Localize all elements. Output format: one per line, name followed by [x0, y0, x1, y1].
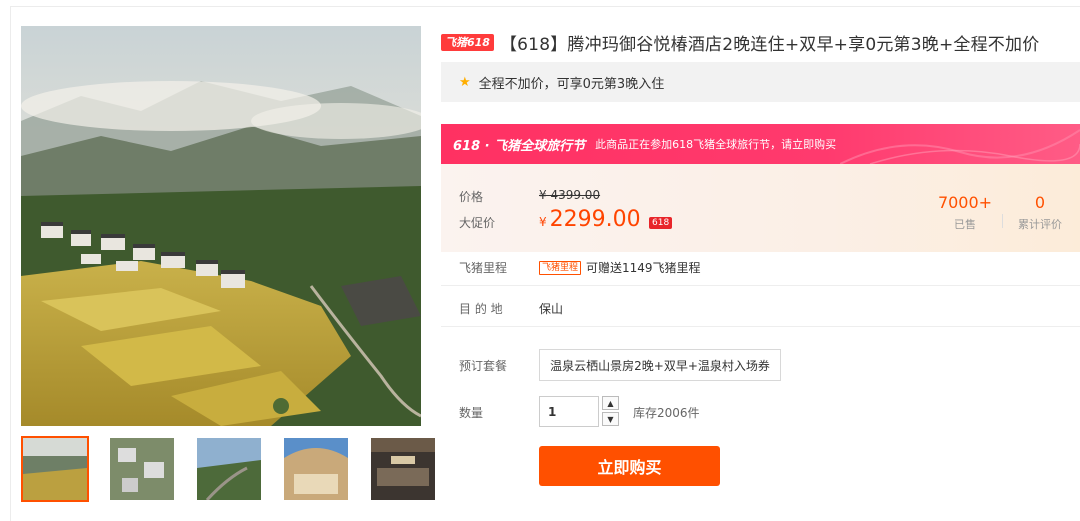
quantity-label: 数量	[459, 406, 484, 420]
buy-now-button[interactable]: 立即购买	[539, 446, 720, 486]
price-box: 价格 ¥ 4399.00 大促价 ¥ 2299.00 618 7000+ 已售 …	[441, 164, 1080, 252]
destination-value: 保山	[539, 302, 564, 316]
original-price: ¥ 4399.00	[539, 188, 601, 202]
promo-banner: 618 · 飞猪全球旅行节 此商品正在参加618飞猪全球旅行节，请立即购买	[441, 124, 1080, 164]
thumbnail-3[interactable]	[195, 436, 263, 502]
promo-logo: 618 · 飞猪全球旅行节	[453, 138, 586, 154]
review-label: 累计评价	[1018, 218, 1062, 231]
divider	[441, 285, 1080, 286]
quantity-increase-button[interactable]: ▲	[602, 396, 619, 410]
divider	[441, 326, 1080, 327]
star-icon: ★	[459, 74, 471, 90]
thumbnail-2[interactable]	[108, 436, 176, 502]
sold-stat: 7000+ 已售	[935, 193, 995, 232]
chevron-up-icon: ▲	[607, 398, 614, 408]
currency-symbol: ¥	[539, 215, 547, 229]
package-option-button[interactable]: 温泉云栖山景房2晚+双早+温泉村入场券	[539, 349, 781, 381]
quantity-decrease-button[interactable]: ▼	[602, 412, 619, 426]
product-title: 【618】腾冲玛御谷悦椿酒店2晚连住+双早+享0元第3晚+全程不加价	[499, 35, 1040, 55]
sold-label: 已售	[954, 218, 976, 231]
promo-price: ¥ 2299.00	[539, 207, 641, 232]
main-product-image	[21, 26, 421, 426]
mileage-tag: 飞猪里程	[539, 260, 582, 275]
mileage-row: 飞猪里程 飞猪里程 可赠送1149飞猪里程	[441, 259, 1080, 275]
mileage-value: 飞猪里程 可赠送1149飞猪里程	[539, 259, 701, 276]
mileage-text: 可赠送1149飞猪里程	[586, 261, 701, 275]
mileage-label: 飞猪里程	[459, 261, 508, 275]
promo-price-label: 大促价	[459, 216, 496, 230]
thumbnail-4[interactable]	[282, 436, 350, 502]
price-label: 价格	[459, 190, 484, 204]
title-row: 飞猪618 【618】腾冲玛御谷悦椿酒店2晚连住+双早+享0元第3晚+全程不加价	[441, 30, 1039, 55]
review-count: 0	[1034, 193, 1046, 212]
thumbnail-5[interactable]	[369, 436, 437, 502]
thumbnail-strip	[21, 436, 437, 502]
destination-label: 目 的 地	[459, 302, 503, 316]
fliggy-618-tag: 飞猪618	[441, 34, 494, 51]
destination-row: 目 的 地 保山	[441, 300, 1080, 316]
sold-count: 7000+	[937, 193, 993, 212]
promo-text: 此商品正在参加618飞猪全球旅行节，请立即购买	[595, 138, 837, 151]
stock-text: 库存2006件	[633, 406, 700, 420]
quantity-row: 数量	[441, 404, 1080, 420]
package-label: 预订套餐	[459, 359, 508, 373]
review-stat[interactable]: 0 累计评价	[1010, 193, 1070, 232]
product-subtitle: ★ 全程不加价，可享0元第3晚入住	[441, 62, 1080, 102]
promo-decoration	[840, 129, 1080, 164]
thumbnail-1[interactable]	[21, 436, 89, 502]
quantity-input[interactable]: 1	[539, 396, 599, 427]
subtitle-text: 全程不加价，可享0元第3晚入住	[478, 76, 665, 92]
chevron-down-icon: ▼	[607, 414, 614, 424]
stat-divider	[1002, 214, 1003, 228]
promo-price-value: 2299.00	[549, 207, 641, 232]
price-618-badge: 618	[649, 217, 673, 229]
